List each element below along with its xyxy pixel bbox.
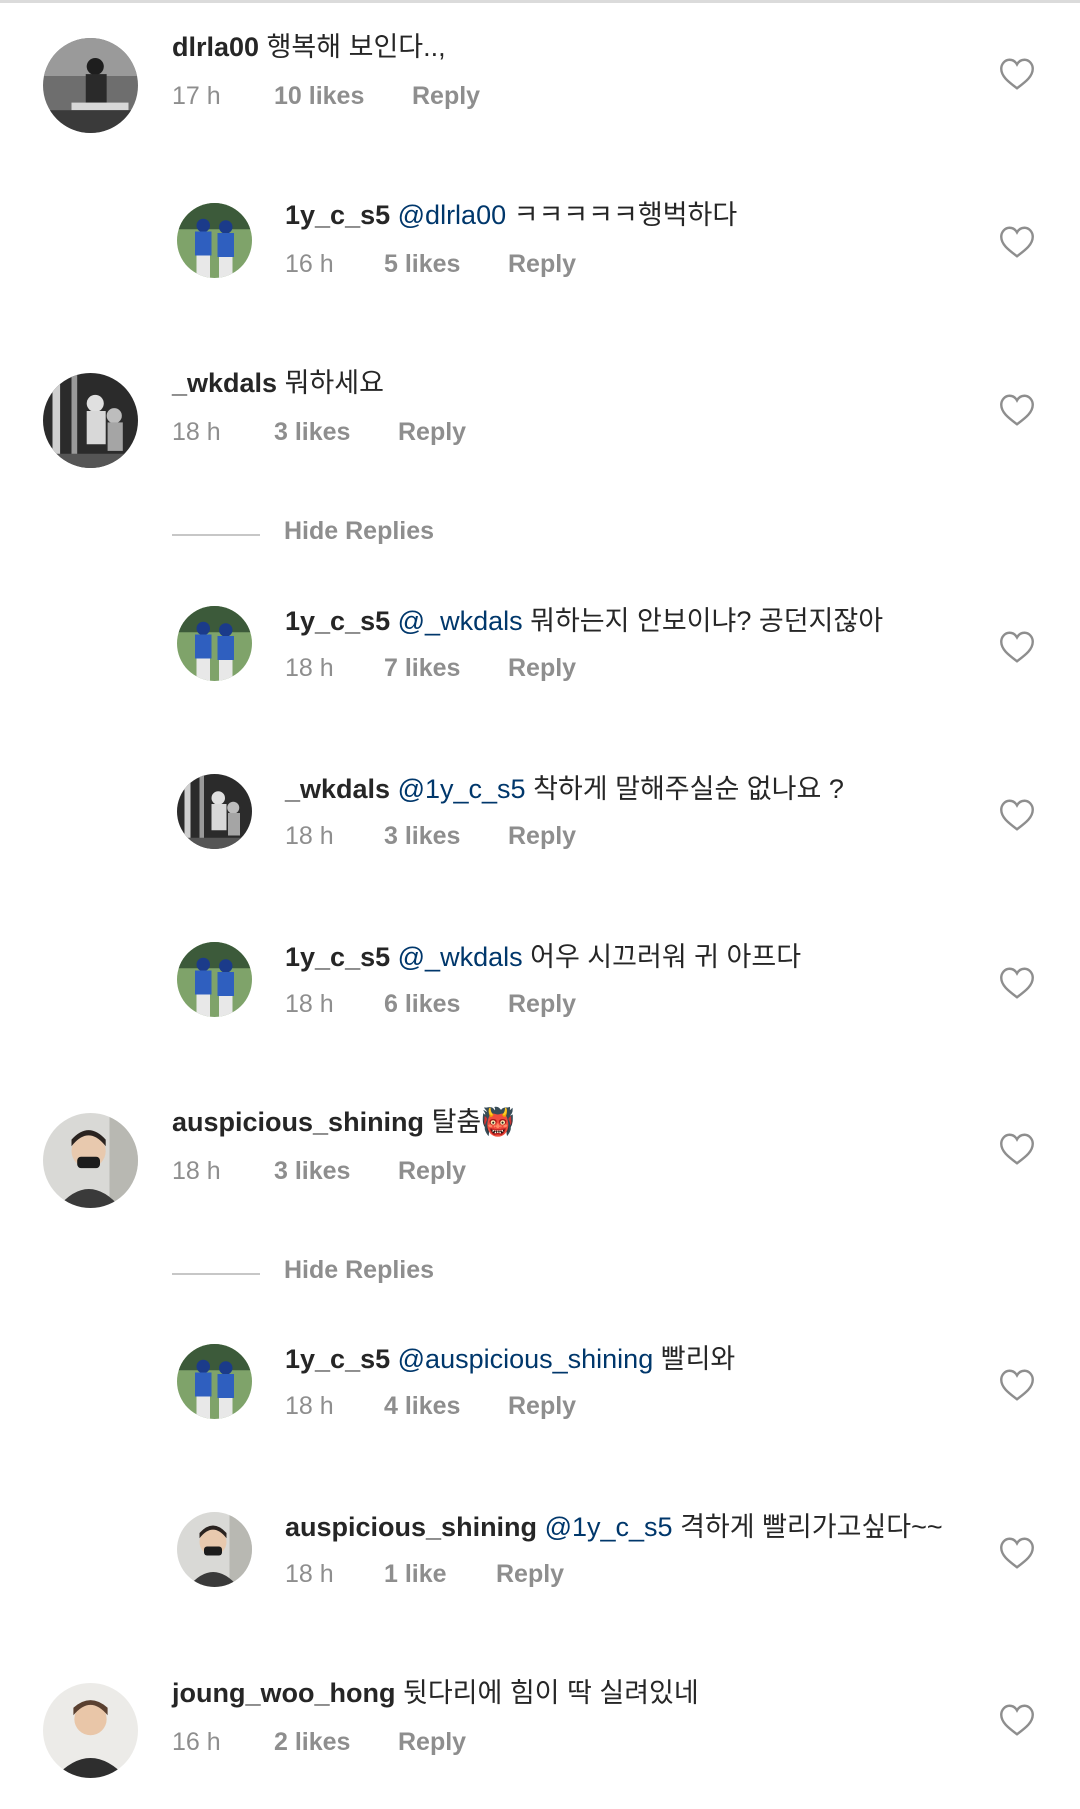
comment-time: 18 h xyxy=(285,1560,334,1588)
heart-icon[interactable] xyxy=(999,393,1035,427)
hide-replies-line xyxy=(172,1273,260,1275)
reply-button[interactable]: Reply xyxy=(398,1726,466,1758)
avatar[interactable] xyxy=(177,774,252,849)
comment-username[interactable]: 1y_c_s5 xyxy=(285,1344,390,1374)
reply-button[interactable]: Reply xyxy=(508,652,576,684)
comment-username[interactable]: 1y_c_s5 xyxy=(285,942,390,972)
comment-item: _wkdals 뭐하세요 18 h 3 likes Reply xyxy=(0,366,1080,486)
comment-likes[interactable]: 7 likes xyxy=(384,652,460,684)
reply-item: 1y_c_s5 @_wkdals 어우 시끄러워 귀 아프다 18 h 6 li… xyxy=(0,940,1080,1060)
comment-text: ㅋㅋㅋㅋㅋ행벅하다 xyxy=(513,200,738,230)
comment-username[interactable]: dlrla00 xyxy=(172,32,259,62)
reply-button[interactable]: Reply xyxy=(412,80,480,112)
heart-icon[interactable] xyxy=(999,1368,1035,1402)
comment-text: 어우 시끄러워 귀 아프다 xyxy=(530,942,802,972)
comment-text: 빨리와 xyxy=(660,1344,736,1374)
comment-time: 16 h xyxy=(172,1728,221,1756)
comment-text: 행복해 보인다.., xyxy=(266,32,446,62)
comment-time: 18 h xyxy=(172,1157,221,1185)
heart-icon[interactable] xyxy=(999,798,1035,832)
comment-username[interactable]: _wkdals xyxy=(285,774,390,804)
heart-icon[interactable] xyxy=(999,1703,1035,1737)
hide-replies-toggle[interactable]: Hide Replies xyxy=(0,1253,1080,1293)
comment-item: joung_woo_hong 뒷다리에 힘이 딱 실려있네 16 h 2 lik… xyxy=(0,1676,1080,1796)
comment-likes[interactable]: 5 likes xyxy=(384,248,460,280)
reply-item: 1y_c_s5 @dlrla00 ㅋㅋㅋㅋㅋ행벅하다 16 h 5 likes … xyxy=(0,198,1080,318)
comment-text: 탈춤👹 xyxy=(431,1107,515,1137)
heart-icon[interactable] xyxy=(999,225,1035,259)
heart-icon[interactable] xyxy=(999,966,1035,1000)
avatar[interactable] xyxy=(43,373,138,468)
reply-item: _wkdals @1y_c_s5 착하게 말해주실순 없나요 ? 18 h 3 … xyxy=(0,772,1080,892)
comment-time: 18 h xyxy=(285,1392,334,1420)
comment-text: 뭐하는지 안보이냐? 공던지잖아 xyxy=(530,606,884,636)
avatar[interactable] xyxy=(43,38,138,133)
comment-likes[interactable]: 1 like xyxy=(384,1558,447,1590)
reply-button[interactable]: Reply xyxy=(496,1558,564,1590)
reply-button[interactable]: Reply xyxy=(508,820,576,852)
reply-button[interactable]: Reply xyxy=(508,988,576,1020)
avatar[interactable] xyxy=(43,1113,138,1208)
comment-username[interactable]: auspicious_shining xyxy=(285,1512,537,1542)
heart-icon[interactable] xyxy=(999,57,1035,91)
comment-likes[interactable]: 3 likes xyxy=(384,820,460,852)
comment-text: 격하게 빨리가고싶다~~ xyxy=(680,1512,943,1542)
comment-likes[interactable]: 6 likes xyxy=(384,988,460,1020)
comment-username[interactable]: 1y_c_s5 xyxy=(285,200,390,230)
avatar[interactable] xyxy=(177,1344,252,1419)
comment-username[interactable]: auspicious_shining xyxy=(172,1107,424,1137)
comment-username[interactable]: 1y_c_s5 xyxy=(285,606,390,636)
comment-text: 뒷다리에 힘이 딱 실려있네 xyxy=(402,1678,699,1708)
hide-replies-label[interactable]: Hide Replies xyxy=(284,1256,434,1285)
reply-item: 1y_c_s5 @auspicious_shining 빨리와 18 h 4 l… xyxy=(0,1342,1080,1462)
comment-item: auspicious_shining 탈춤👹 18 h 3 likes Repl… xyxy=(0,1105,1080,1225)
heart-icon[interactable] xyxy=(999,630,1035,664)
comment-time: 18 h xyxy=(285,822,334,850)
comment-item: dlrla00 행복해 보인다.., 17 h 10 likes Reply xyxy=(0,30,1080,150)
reply-item: 1y_c_s5 @_wkdals 뭐하는지 안보이냐? 공던지잖아 18 h 7… xyxy=(0,604,1080,724)
avatar[interactable] xyxy=(177,203,252,278)
avatar[interactable] xyxy=(43,1683,138,1778)
comment-likes[interactable]: 3 likes xyxy=(274,416,350,448)
avatar[interactable] xyxy=(177,942,252,1017)
comment-time: 18 h xyxy=(285,654,334,682)
comment-text: 뭐하세요 xyxy=(284,368,384,398)
comment-username[interactable]: _wkdals xyxy=(172,368,277,398)
hide-replies-label[interactable]: Hide Replies xyxy=(284,517,434,546)
mention-link[interactable]: @_wkdals xyxy=(398,606,523,636)
mention-link[interactable]: @auspicious_shining xyxy=(398,1344,654,1374)
reply-button[interactable]: Reply xyxy=(398,1155,466,1187)
comment-time: 18 h xyxy=(285,990,334,1018)
comment-likes[interactable]: 2 likes xyxy=(274,1726,350,1758)
hide-replies-toggle[interactable]: Hide Replies xyxy=(0,514,1080,554)
comment-time: 16 h xyxy=(285,250,334,278)
avatar[interactable] xyxy=(177,606,252,681)
reply-button[interactable]: Reply xyxy=(398,416,466,448)
comment-likes[interactable]: 10 likes xyxy=(274,80,364,112)
comment-likes[interactable]: 3 likes xyxy=(274,1155,350,1187)
mention-link[interactable]: @1y_c_s5 xyxy=(398,774,526,804)
top-divider xyxy=(0,0,1080,3)
mention-link[interactable]: @1y_c_s5 xyxy=(545,1512,673,1542)
heart-icon[interactable] xyxy=(999,1536,1035,1570)
comment-likes[interactable]: 4 likes xyxy=(384,1390,460,1422)
avatar[interactable] xyxy=(177,1512,252,1587)
comment-username[interactable]: joung_woo_hong xyxy=(172,1678,395,1708)
reply-item: auspicious_shining @1y_c_s5 격하게 빨리가고싶다~~… xyxy=(0,1510,1080,1630)
hide-replies-line xyxy=(172,534,260,536)
mention-link[interactable]: @_wkdals xyxy=(398,942,523,972)
mention-link[interactable]: @dlrla00 xyxy=(398,200,506,230)
comment-time: 18 h xyxy=(172,418,221,446)
comment-time: 17 h xyxy=(172,82,221,110)
heart-icon[interactable] xyxy=(999,1132,1035,1166)
comment-text: 착하게 말해주실순 없나요 ? xyxy=(533,774,844,804)
reply-button[interactable]: Reply xyxy=(508,1390,576,1422)
reply-button[interactable]: Reply xyxy=(508,248,576,280)
